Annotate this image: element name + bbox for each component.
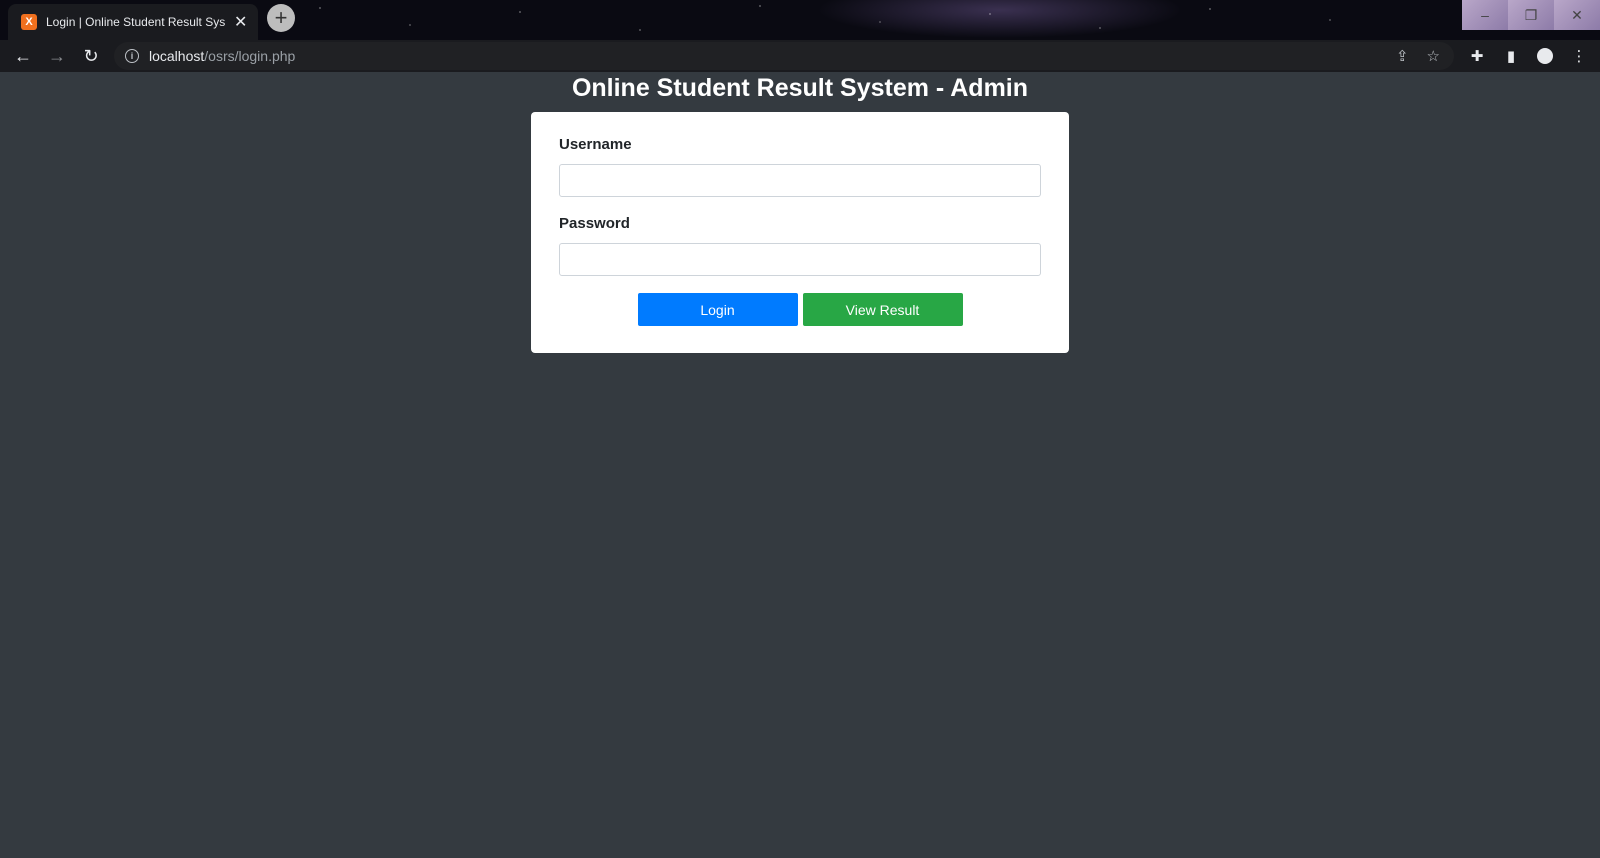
window-controls: – ❐ ✕ <box>1462 0 1600 30</box>
minimize-icon[interactable]: – <box>1462 0 1508 30</box>
maximize-icon[interactable]: ❐ <box>1508 0 1554 30</box>
reload-icon[interactable]: ↻ <box>74 46 108 67</box>
tab-title: Login | Online Student Result Sys <box>46 15 226 29</box>
new-tab-button[interactable]: + <box>267 4 295 32</box>
profile-icon[interactable] <box>1536 48 1554 64</box>
login-card: Username Password Login View Result <box>531 112 1069 353</box>
login-button[interactable]: Login <box>637 293 798 326</box>
share-icon[interactable]: ⇪ <box>1396 47 1409 65</box>
url-host: localhost <box>149 48 205 64</box>
browser-tab[interactable]: X Login | Online Student Result Sys ✕ <box>8 4 258 40</box>
username-input[interactable] <box>559 164 1041 197</box>
password-label: Password <box>559 215 630 232</box>
browser-toolbar: ← → ↻ i localhost/osrs/login.php ⇪ ☆ ✚ ▮… <box>0 40 1600 72</box>
view-result-button[interactable]: View Result <box>802 293 963 326</box>
url-text[interactable]: localhost/osrs/login.php <box>149 48 295 64</box>
browser-tab-strip: X Login | Online Student Result Sys ✕ + … <box>0 0 1600 40</box>
button-row: Login View Result <box>559 293 1041 326</box>
browser-menu-icon[interactable]: ⋮ <box>1570 47 1588 65</box>
forward-icon[interactable]: → <box>40 46 74 67</box>
url-path: /osrs/login.php <box>204 48 296 64</box>
close-tab-icon[interactable]: ✕ <box>234 12 247 32</box>
page-title: Online Student Result System - Admin <box>571 74 1029 102</box>
back-icon[interactable]: ← <box>6 46 40 67</box>
site-info-icon[interactable]: i <box>125 49 139 63</box>
xampp-favicon-icon: X <box>21 14 37 30</box>
bookmark-star-icon[interactable]: ☆ <box>1427 47 1440 65</box>
side-panel-icon[interactable]: ▮ <box>1502 47 1520 65</box>
username-label: Username <box>559 136 632 153</box>
extensions-icon[interactable]: ✚ <box>1468 47 1486 65</box>
close-window-icon[interactable]: ✕ <box>1554 0 1600 30</box>
address-bar[interactable]: i localhost/osrs/login.php ⇪ ☆ <box>114 42 1454 70</box>
password-input[interactable] <box>559 243 1041 276</box>
